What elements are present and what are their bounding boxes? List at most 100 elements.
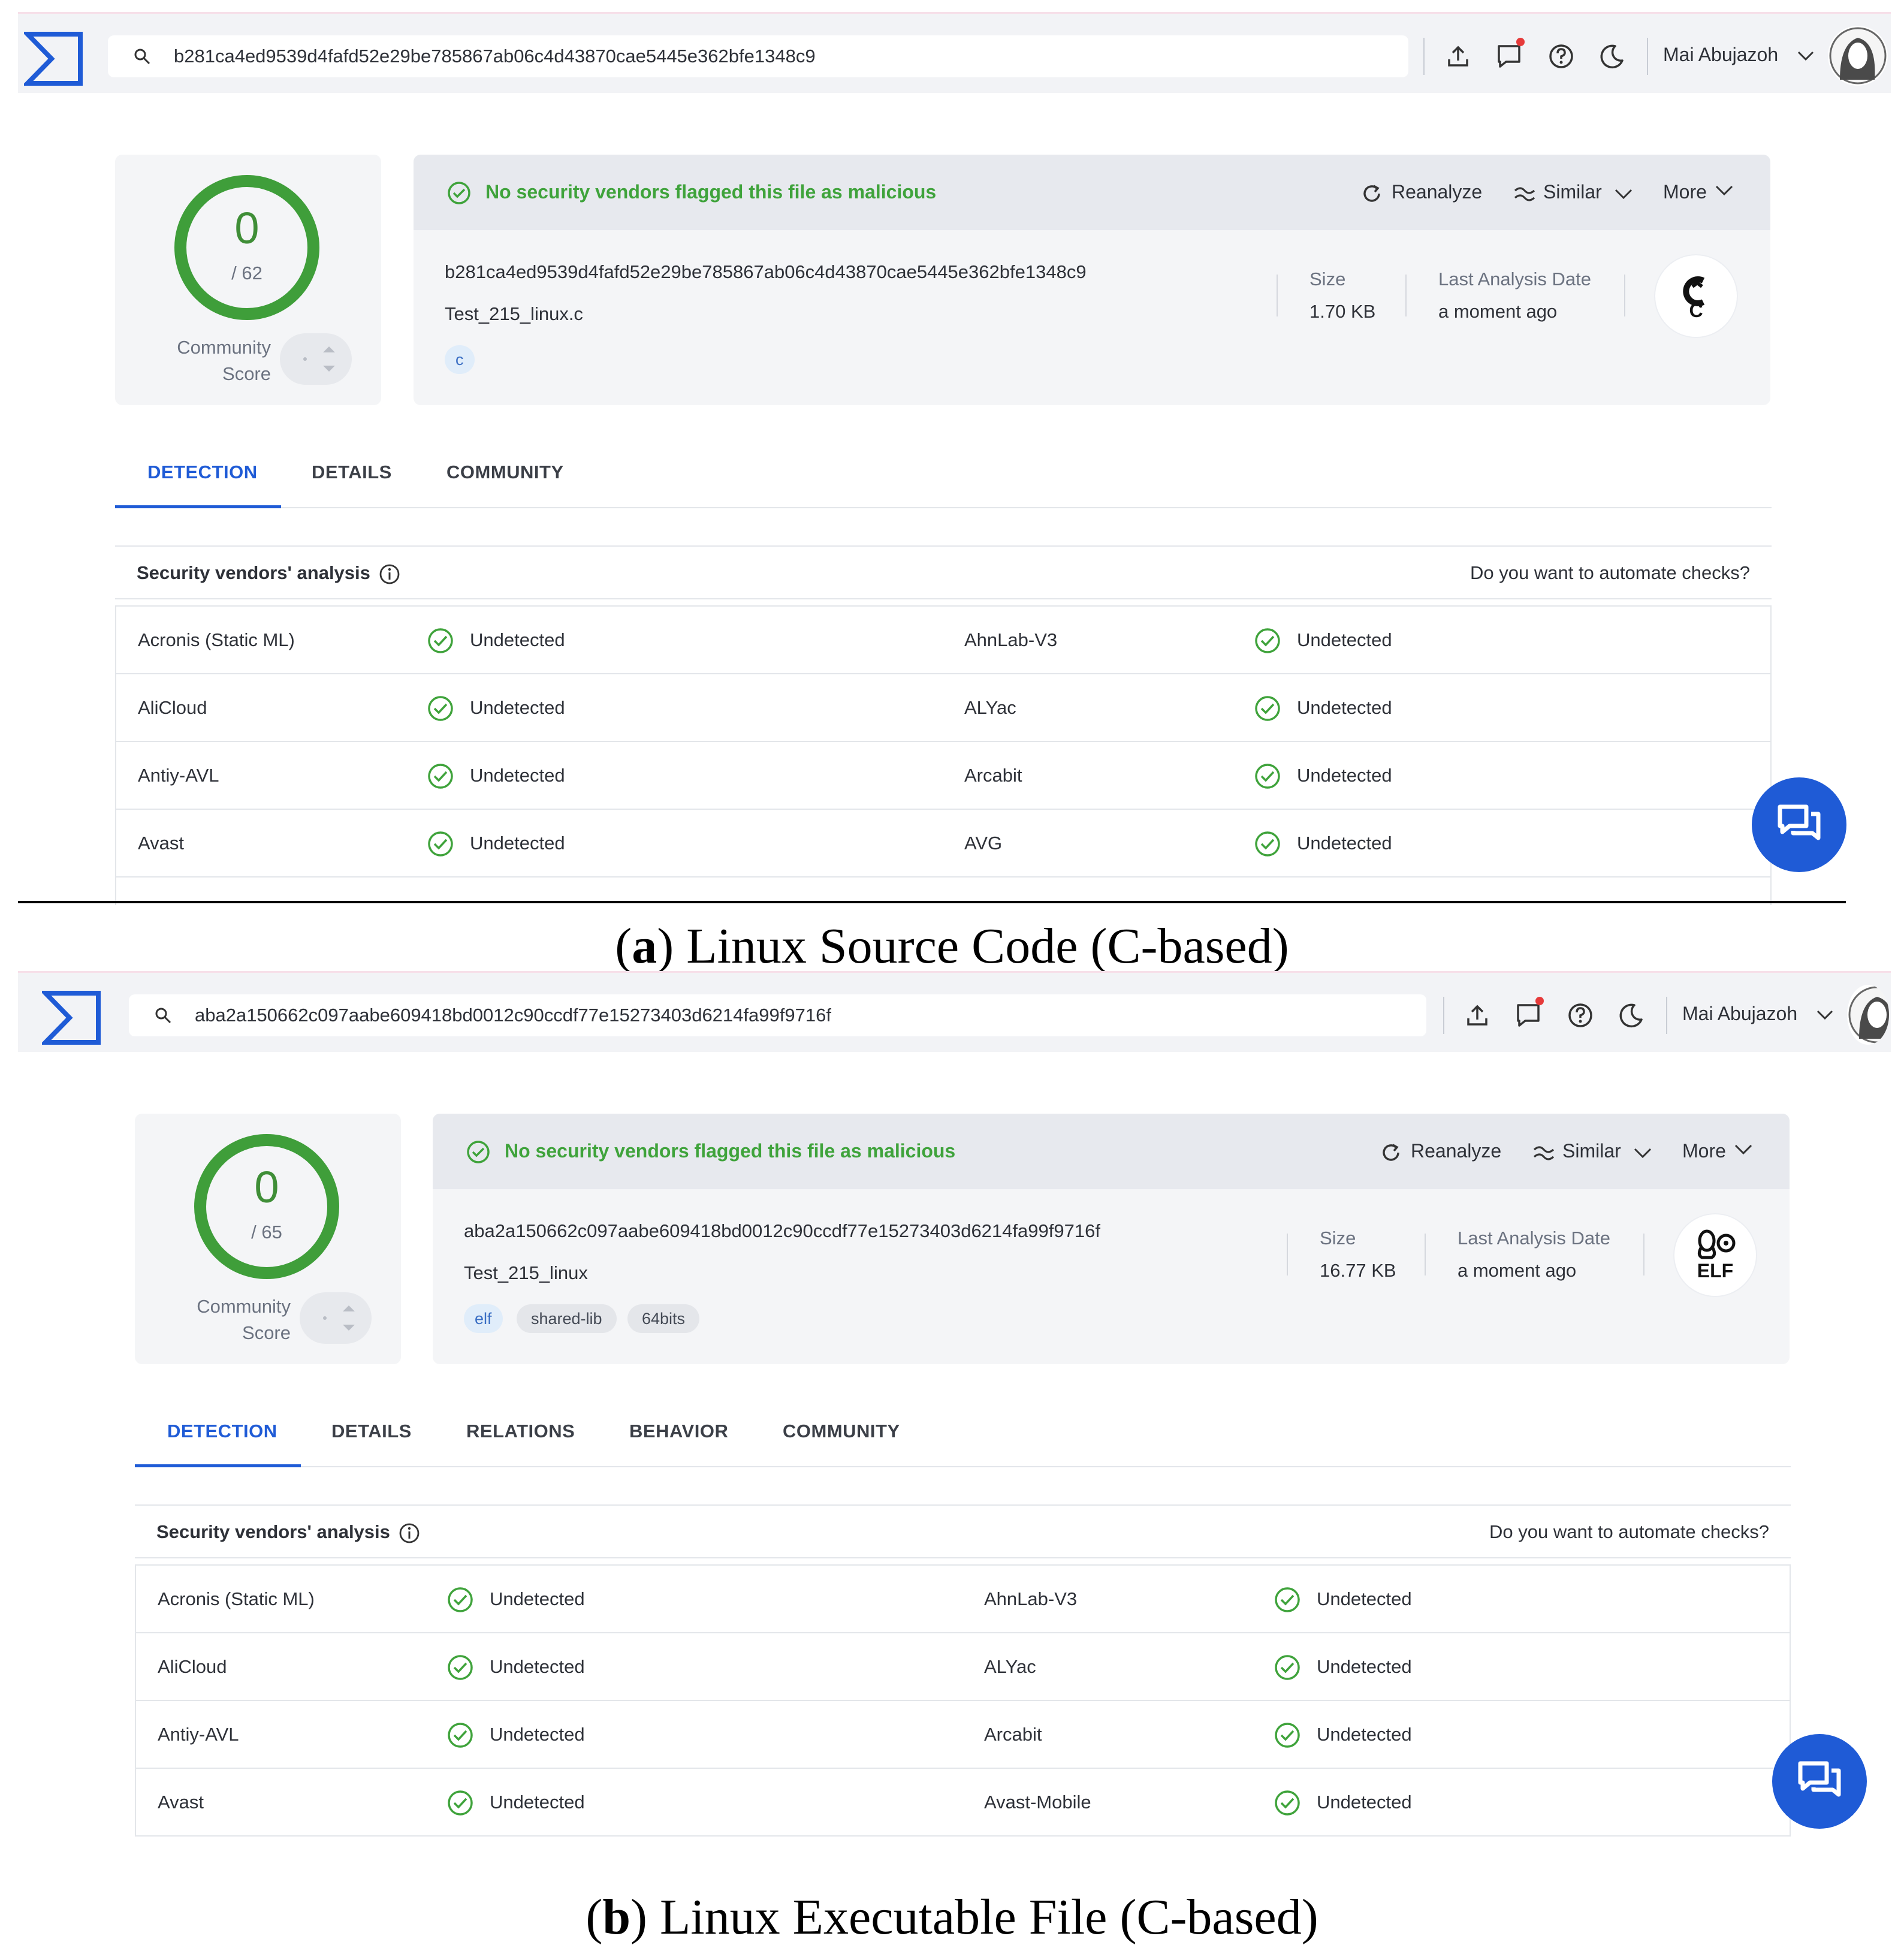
vendor-status: Undetected xyxy=(1297,629,1392,650)
similar-icon[interactable] xyxy=(1513,182,1536,205)
meta-separator xyxy=(1405,275,1407,316)
similar-button[interactable]: Similar xyxy=(1543,181,1602,203)
upload-icon[interactable] xyxy=(1444,43,1472,70)
panel-a-screenshot: Mai Abujazoh 0 / 62 Community Score No s… xyxy=(0,0,1904,905)
chat-button[interactable] xyxy=(1772,1734,1867,1829)
file-type-label: C xyxy=(1689,300,1703,321)
check-circle-icon xyxy=(428,831,453,857)
notifications-icon[interactable] xyxy=(1495,43,1523,70)
help-icon[interactable] xyxy=(1567,1002,1594,1029)
check-circle-icon xyxy=(428,696,453,721)
search-input[interactable] xyxy=(195,999,1393,1032)
reanalyze-button[interactable]: Reanalyze xyxy=(1411,1140,1501,1162)
file-info-card: No security vendors flagged this file as… xyxy=(433,1114,1790,1364)
top-bar: Mai Abujazoh xyxy=(18,12,1891,93)
similar-button[interactable]: Similar xyxy=(1562,1140,1621,1162)
chevron-down-icon[interactable] xyxy=(1713,179,1736,201)
vendors-table: Acronis (Static ML) Undetected AhnLab-V3… xyxy=(135,1564,1791,1837)
info-icon[interactable] xyxy=(379,563,400,585)
vendor-status: Undetected xyxy=(490,1792,585,1813)
check-circle-icon xyxy=(1255,831,1280,857)
last-analysis-value: a moment ago xyxy=(1458,1260,1577,1281)
upload-icon[interactable] xyxy=(1464,1002,1491,1029)
avatar[interactable] xyxy=(1847,985,1889,1045)
chat-button[interactable] xyxy=(1752,777,1846,872)
tab-behavior[interactable]: BEHAVIOR xyxy=(629,1421,728,1442)
avatar[interactable] xyxy=(1828,26,1888,86)
community-vote-control[interactable] xyxy=(280,333,352,385)
tab-detection[interactable]: DETECTION xyxy=(167,1421,277,1442)
dark-mode-icon[interactable] xyxy=(1618,1002,1645,1029)
table-row: Acronis (Static ML) Undetected AhnLab-V3… xyxy=(136,1566,1790,1633)
chevron-down-icon[interactable] xyxy=(1816,1009,1834,1021)
vendor-status: Undetected xyxy=(1317,1588,1412,1609)
community-vote-control[interactable] xyxy=(300,1292,372,1344)
check-circle-icon xyxy=(428,764,453,789)
search-input[interactable] xyxy=(174,40,1372,73)
chevron-down-icon[interactable] xyxy=(1631,1141,1654,1164)
community-score-label: Community Score xyxy=(197,1296,291,1343)
automate-checks-link[interactable]: Do you want to automate checks? xyxy=(1489,1521,1769,1543)
tab-community[interactable]: COMMUNITY xyxy=(446,462,564,483)
check-circle-icon xyxy=(1275,1790,1300,1816)
linux-elf-icon: ELF xyxy=(1674,1214,1756,1296)
chevron-down-icon[interactable] xyxy=(1797,50,1815,62)
tab-relations[interactable]: RELATIONS xyxy=(466,1421,575,1442)
notification-dot xyxy=(1535,997,1544,1005)
notification-dot xyxy=(1516,38,1525,46)
meta-separator xyxy=(1287,1234,1288,1275)
toolbar-separator xyxy=(1443,997,1444,1034)
vendor-status: Undetected xyxy=(1317,1724,1412,1745)
automate-checks-link[interactable]: Do you want to automate checks? xyxy=(1470,562,1750,584)
vendor-status: Undetected xyxy=(1297,765,1392,786)
dark-mode-icon[interactable] xyxy=(1598,43,1626,70)
chevron-down-icon[interactable] xyxy=(1612,182,1635,205)
file-tag[interactable]: shared-lib xyxy=(517,1304,617,1333)
reanalyze-icon[interactable] xyxy=(1360,182,1383,205)
more-button[interactable]: More xyxy=(1682,1140,1726,1162)
virustotal-logo-icon[interactable] xyxy=(24,32,84,86)
reanalyze-button[interactable]: Reanalyze xyxy=(1392,181,1482,203)
meta-separator xyxy=(1277,275,1278,316)
table-row: AliCloud Undetected ALYac Undetected xyxy=(136,1633,1790,1701)
virustotal-logo-icon[interactable] xyxy=(42,991,102,1045)
more-button[interactable]: More xyxy=(1663,181,1707,203)
meta-separator xyxy=(1425,1234,1426,1275)
vendor-total: / 62 xyxy=(231,263,262,284)
vendor-name: AliCloud xyxy=(138,697,207,718)
reanalyze-icon[interactable] xyxy=(1380,1141,1402,1164)
file-hash[interactable]: aba2a150662c097aabe609418bd0012c90ccdf77… xyxy=(464,1220,1100,1242)
check-circle-icon xyxy=(1255,764,1280,789)
caption-text: Linux Executable File (C-based) xyxy=(660,1889,1318,1945)
chat-icon xyxy=(1778,804,1821,840)
check-circle-icon xyxy=(1255,696,1280,721)
tab-details[interactable]: DETAILS xyxy=(312,462,392,483)
vendor-name: Acronis (Static ML) xyxy=(138,629,295,650)
caption-letter: b xyxy=(602,1889,631,1945)
toolbar-separator xyxy=(1666,997,1667,1034)
notifications-icon[interactable] xyxy=(1514,1002,1542,1029)
file-tag[interactable]: 64bits xyxy=(627,1304,700,1333)
file-hash[interactable]: b281ca4ed9539d4fafd52e29be785867ab06c4d4… xyxy=(445,261,1087,283)
tab-details[interactable]: DETAILS xyxy=(331,1421,412,1442)
vendors-section-header: Security vendors' analysis Do you want t… xyxy=(135,1504,1791,1558)
user-name[interactable]: Mai Abujazoh xyxy=(1663,44,1778,66)
chevron-down-icon[interactable] xyxy=(1732,1138,1755,1160)
help-icon[interactable] xyxy=(1547,43,1575,70)
file-tag[interactable]: c xyxy=(445,345,475,374)
similar-icon[interactable] xyxy=(1532,1141,1555,1164)
vendor-name: AVG xyxy=(964,833,1003,854)
tab-community[interactable]: COMMUNITY xyxy=(783,1421,900,1442)
check-circle-icon xyxy=(448,1655,473,1680)
check-circle-icon xyxy=(448,1790,473,1816)
search-bar[interactable] xyxy=(108,35,1408,77)
vendor-status: Undetected xyxy=(470,765,565,786)
tab-detection[interactable]: DETECTION xyxy=(147,462,258,483)
info-icon[interactable] xyxy=(399,1522,420,1544)
search-bar[interactable] xyxy=(129,994,1426,1036)
top-bar: Mai Abujazoh xyxy=(18,971,1891,1052)
user-name[interactable]: Mai Abujazoh xyxy=(1682,1003,1797,1025)
file-tag[interactable]: elf xyxy=(464,1304,503,1333)
search-icon xyxy=(134,49,150,65)
check-circle-icon xyxy=(448,1723,473,1748)
